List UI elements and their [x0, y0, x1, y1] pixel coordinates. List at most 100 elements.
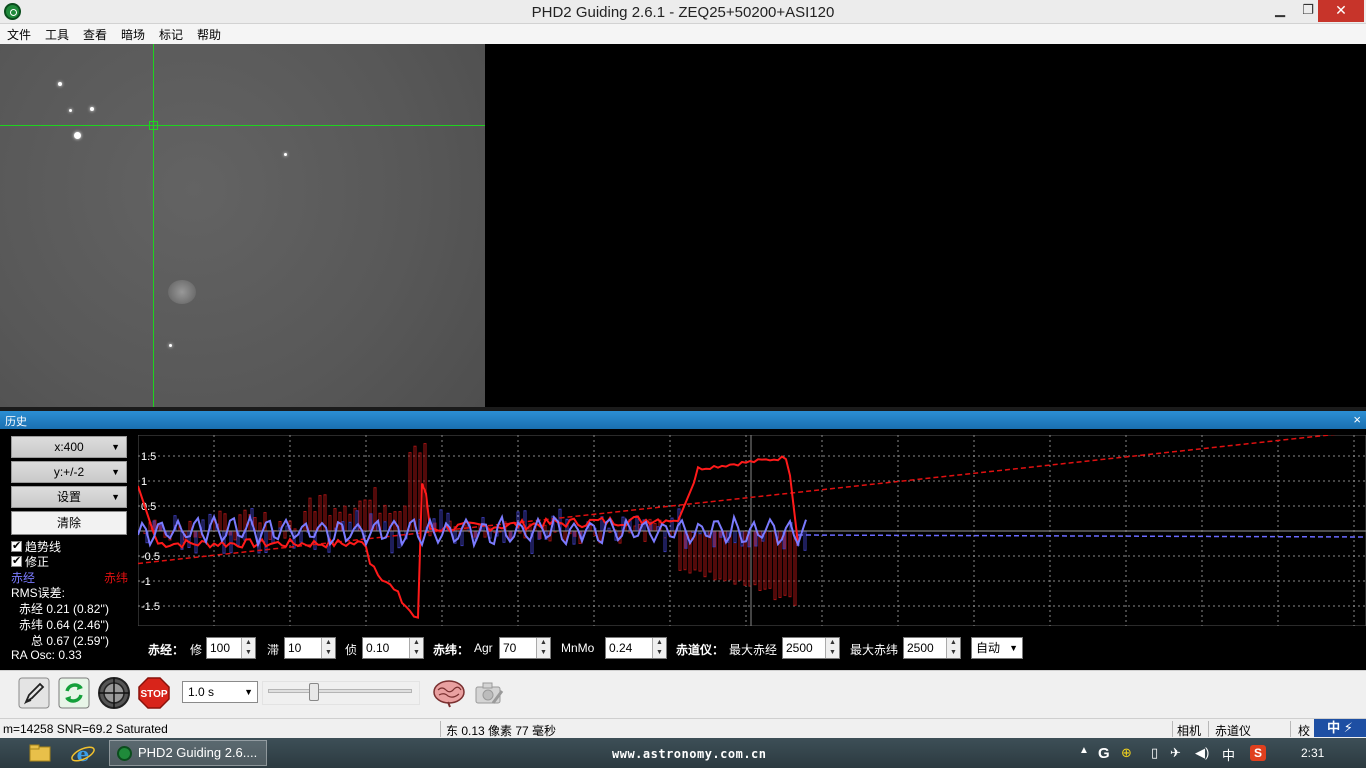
battery-icon[interactable]: ▯ [1151, 745, 1158, 761]
y-tick-label: 1.5 [141, 451, 156, 463]
dec-params-label: 赤纬： [433, 643, 470, 657]
mount-status: 赤道仪 [1215, 724, 1252, 738]
brain-icon [433, 680, 465, 708]
crosshair-target-icon [98, 677, 130, 709]
file-explorer-icon[interactable] [27, 741, 53, 765]
max-dec-duration-spinner[interactable]: 2500 ▲ ▼ [903, 637, 961, 659]
dec-agr-label: Agr [474, 641, 493, 655]
airplane-mode-icon[interactable]: ✈ [1170, 745, 1181, 761]
guide-star-marker [149, 121, 158, 130]
camera-settings-button[interactable] [472, 676, 506, 710]
menu-bar: 文件 工具 查看 暗场 标记 帮助 [0, 24, 1366, 44]
history-close-icon[interactable]: × [1353, 412, 1361, 427]
ra-stop-label: 滞 [267, 643, 280, 657]
star [169, 344, 172, 347]
ra-stop-spinner[interactable]: 10 ▲ ▼ [284, 637, 336, 659]
guide-button[interactable] [97, 676, 131, 710]
title-bar: PHD2 Guiding 2.6.1 - ZEQ25+50200+ASI120 … [0, 0, 1366, 24]
x-scale-dropdown[interactable]: x:400 ▼ [11, 436, 127, 458]
ra-min-label: 侦 [345, 643, 358, 657]
y-scale-dropdown[interactable]: y:+/-2 ▼ [11, 461, 127, 483]
stop-button[interactable]: STOP [137, 676, 171, 710]
menu-tools[interactable]: 工具 [45, 26, 69, 43]
gamma-slider-thumb[interactable] [309, 683, 319, 701]
minimize-button[interactable]: ▁ [1266, 0, 1294, 22]
gamma-slider-frame [262, 681, 420, 705]
gamma-slider-track[interactable] [268, 689, 412, 693]
y-tick-label: -1.5 [141, 601, 160, 613]
ra-osc: RA Osc: 0.33 [11, 648, 82, 662]
loop-button[interactable] [57, 676, 91, 710]
sogou-input-icon[interactable]: S [1250, 745, 1266, 761]
max-ra-label: 最大赤经 [729, 643, 778, 657]
ra-hysteresis-label: 修 [190, 643, 203, 657]
tray-app-icon[interactable]: ⊕ [1121, 745, 1132, 761]
exposure-duration-select[interactable]: 1.0 s ▼ [182, 681, 258, 703]
ra-hysteresis-spinner[interactable]: 100 ▲ ▼ [206, 637, 256, 659]
crosshair-horizontal [0, 125, 485, 126]
calibration-status: 校 [1298, 724, 1311, 738]
menu-darks[interactable]: 暗场 [121, 26, 145, 43]
chevron-down-icon: ▼ [111, 442, 120, 452]
volume-icon[interactable]: ◀) [1195, 745, 1209, 761]
rms-title: RMS误差: [11, 586, 66, 600]
dec-legend: 赤纬 [104, 571, 129, 585]
guiding-graph[interactable]: 1.510.5-0.5-1-1.5 [138, 435, 1366, 626]
dec-aggressiveness-spinner[interactable]: 70 ▲ ▼ [499, 637, 551, 659]
logitech-g-icon[interactable]: G [1098, 745, 1110, 762]
dec-mnmo-label: MnMo [561, 641, 595, 655]
taskbar-phd2-item[interactable]: PHD2 Guiding 2.6.... [109, 740, 267, 766]
status-separator [440, 721, 441, 737]
camera-image-panel[interactable] [0, 44, 485, 407]
y-tick-label: -1 [141, 576, 151, 588]
max-ra-duration-spinner[interactable]: 2500 ▲ ▼ [782, 637, 840, 659]
brain-settings-button[interactable] [432, 676, 466, 710]
window-title: PHD2 Guiding 2.6.1 - ZEQ25+50200+ASI120 [531, 4, 835, 21]
crosshair-vertical [153, 44, 154, 407]
menu-help[interactable]: 帮助 [197, 26, 221, 43]
mount-params-label: 赤道仪： [676, 643, 725, 657]
dec-guide-mode-select[interactable]: 自动 ▼ [971, 637, 1023, 659]
phd2-app-icon [117, 746, 132, 761]
corrections-checkbox[interactable]: 修正 [11, 553, 49, 570]
chevron-down-icon: ▼ [1009, 643, 1018, 653]
status-separator [1208, 721, 1209, 737]
empty-display-area [485, 44, 1366, 407]
y-tick-label: 1 [141, 476, 147, 488]
loop-icon [58, 677, 90, 709]
chevron-down-icon: ▼ [111, 492, 120, 502]
pencil-icon [18, 677, 50, 709]
clear-button[interactable]: 清除 [11, 511, 127, 535]
star-info-status: m=14258 SNR=69.2 Saturated [3, 722, 168, 736]
menu-view[interactable]: 查看 [83, 26, 107, 43]
chevron-down-icon: ▼ [111, 467, 120, 477]
camera-status: 相机 [1177, 724, 1202, 738]
dec-min-move-spinner[interactable]: 0.24 ▲ ▼ [605, 637, 667, 659]
taskbar-clock[interactable]: 2:31 [1301, 746, 1324, 760]
graph-settings-dropdown[interactable]: 设置 ▼ [11, 486, 127, 508]
menu-bookmarks[interactable]: 标记 [159, 26, 183, 43]
rms-dec: 赤纬 0.64 (2.46'') [19, 618, 109, 632]
star [90, 107, 94, 111]
close-button[interactable]: ✕ [1318, 0, 1364, 22]
internet-explorer-icon[interactable]: e [70, 741, 96, 765]
ra-params-label: 赤经： [148, 643, 185, 657]
status-separator [1172, 721, 1173, 737]
ra-min-move-spinner[interactable]: 0.10 ▲ ▼ [362, 637, 424, 659]
svg-text:STOP: STOP [140, 689, 167, 700]
checkbox-checked-icon [11, 554, 22, 567]
tray-expand-icon[interactable]: ▲ [1079, 745, 1089, 756]
star [74, 132, 81, 139]
star [58, 82, 62, 86]
status-bar: m=14258 SNR=69.2 Saturated 东 0.13 像素 77 … [0, 718, 1366, 738]
history-title: 历史 [5, 416, 27, 428]
rms-ra: 赤经 0.21 (0.82'') [19, 602, 109, 616]
ime-tray-indicator[interactable]: 中 [1222, 745, 1235, 764]
ime-indicator[interactable]: 中 ⚡ [1314, 719, 1366, 737]
checkbox-checked-icon [11, 539, 22, 552]
connect-gear-button[interactable] [17, 676, 51, 710]
status-separator [1290, 721, 1291, 737]
star [69, 109, 72, 112]
watermark-text: www.astronomy.com.cn [612, 747, 767, 761]
menu-file[interactable]: 文件 [7, 26, 31, 43]
